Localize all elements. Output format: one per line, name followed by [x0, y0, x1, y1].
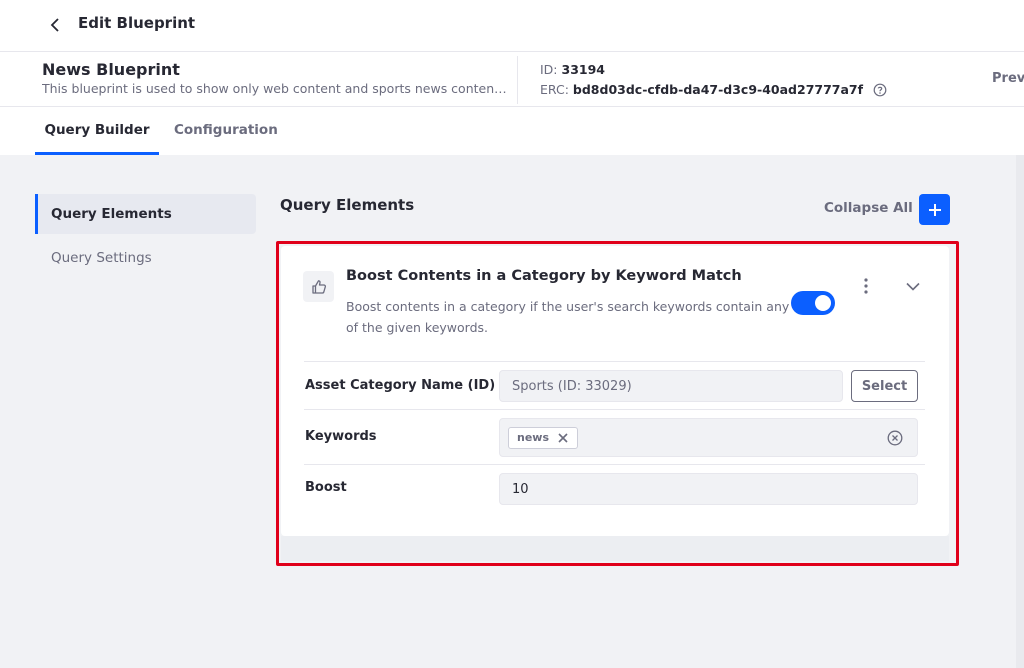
keyword-chip: news — [508, 426, 579, 449]
blueprint-name[interactable]: News Blueprint — [42, 60, 180, 79]
id-label: ID: — [540, 62, 558, 77]
erc-label: ERC: — [540, 82, 569, 97]
erc-value: bd8d03dc-cfdb-da47-d3c9-40ad27777a7f — [572, 82, 864, 97]
chevron-down-icon[interactable] — [904, 278, 922, 294]
blueprint-erc: ERC: bd8d03dc-cfdb-da47-d3c9-40ad27777a7… — [540, 82, 887, 97]
blueprint-description[interactable]: This blueprint is used to show only web … — [42, 81, 508, 96]
tab-query-builder[interactable]: Query Builder — [35, 107, 159, 155]
row-divider — [304, 409, 925, 410]
element-title: Boost Contents in a Category by Keyword … — [346, 268, 742, 284]
boost-label: Boost — [305, 480, 347, 495]
page-title: Edit Blueprint — [78, 14, 196, 32]
times-circle-icon[interactable] — [887, 430, 903, 446]
keywords-label: Keywords — [305, 429, 377, 444]
boost-input[interactable]: 10 — [499, 473, 918, 505]
card-footer — [281, 536, 949, 561]
keyword-chip-label: news — [517, 431, 550, 444]
times-icon[interactable] — [557, 432, 569, 444]
element-description: Boost contents in a category if the user… — [346, 299, 790, 335]
row-divider — [304, 464, 925, 465]
element-enabled-toggle[interactable] — [791, 291, 835, 315]
thumbs-up-icon — [311, 279, 326, 294]
keywords-input[interactable]: news — [499, 418, 918, 457]
info-divider — [517, 56, 518, 104]
category-input[interactable]: Sports (ID: 33029) — [499, 370, 843, 402]
add-element-button[interactable] — [919, 194, 950, 225]
plus-icon — [928, 203, 941, 216]
toggle-knob — [815, 295, 831, 311]
element-icon-box — [303, 271, 334, 302]
query-sidebar: Query Elements Query Settings — [35, 194, 256, 282]
select-category-button[interactable]: Select — [851, 370, 918, 402]
tab-bar: Query Builder Configuration — [0, 107, 1024, 155]
row-divider — [304, 361, 925, 362]
id-value: 33194 — [561, 62, 606, 77]
blueprint-info-bar: News Blueprint This blueprint is used to… — [0, 52, 1024, 107]
sidebar-item-query-settings[interactable]: Query Settings — [35, 238, 256, 278]
blueprint-id: ID: 33194 — [540, 62, 605, 77]
section-title: Query Elements — [280, 196, 415, 214]
preview-button[interactable]: Previ — [992, 71, 1024, 86]
question-circle-icon[interactable] — [873, 83, 887, 97]
chevron-left-icon[interactable] — [46, 15, 64, 35]
sidebar-item-query-elements[interactable]: Query Elements — [35, 194, 256, 234]
side-panel-edge — [1016, 155, 1024, 668]
collapse-all-button[interactable]: Collapse All — [824, 200, 913, 216]
category-label: Asset Category Name (ID) — [305, 378, 496, 393]
ellipsis-vertical-icon[interactable] — [858, 276, 874, 296]
top-bar: Edit Blueprint — [0, 0, 1024, 52]
tab-configuration[interactable]: Configuration — [174, 107, 278, 155]
